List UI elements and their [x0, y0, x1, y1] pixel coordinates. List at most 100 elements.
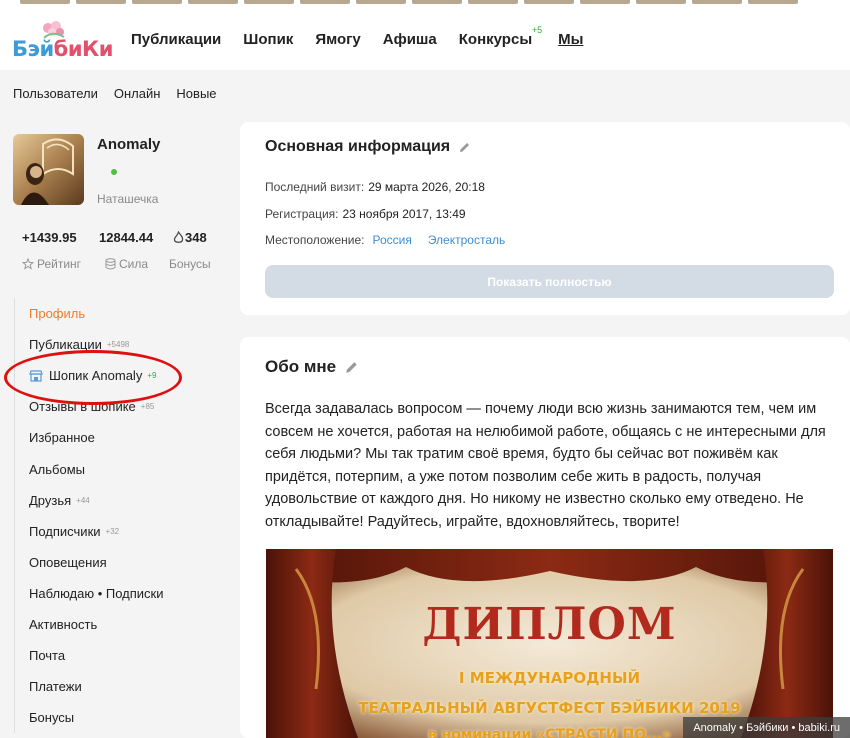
menu-item-notifications[interactable]: Оповещения	[15, 547, 238, 578]
power-label: Сила	[119, 257, 149, 271]
menu-item-count: +85	[140, 402, 155, 412]
basic-info-title: Основная информация	[265, 138, 471, 156]
power-link[interactable]: Сила	[105, 257, 169, 271]
site-header: БэйбиКи Публикации Шопик Ямогу Афиша Кон…	[0, 4, 850, 70]
database-icon	[105, 258, 116, 270]
rating-link[interactable]: Рейтинг	[22, 257, 105, 271]
rating-value: +1439.95	[22, 230, 77, 245]
profile-nickname: Наташечка	[97, 192, 159, 206]
menu-item-favorites[interactable]: Избранное	[15, 422, 238, 453]
main-nav: Публикации Шопик Ямогу Афиша Конкурсы +5 …	[131, 25, 605, 48]
menu-item-label: Друзья	[29, 492, 72, 508]
registration-value: 23 ноября 2017, 13:49	[342, 207, 466, 221]
menu-item-watching[interactable]: Наблюдаю • Подписки	[15, 578, 238, 609]
fire-icon	[173, 231, 184, 243]
about-card: Обо мне Всегда задавалась вопросом — поч…	[240, 337, 850, 738]
online-indicator	[111, 169, 117, 175]
menu-item-payments[interactable]: Платежи	[15, 671, 238, 702]
menu-item-label: Наблюдаю • Подписки	[29, 585, 164, 601]
contests-badge: +5	[531, 25, 543, 35]
menu-item-count: +32	[105, 526, 120, 536]
menu-item-mail[interactable]: Почта	[15, 640, 238, 671]
menu-item-label: Отзывы в шопике	[29, 399, 136, 415]
bonuses-stat: 348	[173, 230, 207, 245]
about-title: Обо мне	[265, 357, 359, 377]
about-title-text: Обо мне	[265, 357, 337, 376]
pencil-icon[interactable]	[344, 360, 359, 375]
subnav-users[interactable]: Пользователи	[13, 86, 98, 101]
nav-yamogu[interactable]: Ямогу	[315, 31, 360, 48]
menu-item-albums[interactable]: Альбомы	[15, 453, 238, 484]
country-link[interactable]: Россия	[372, 233, 411, 247]
bonuses-value: 348	[185, 230, 207, 245]
nav-afisha[interactable]: Афиша	[383, 31, 437, 48]
rating-label: Рейтинг	[37, 257, 82, 271]
menu-item-shop[interactable]: Шопик Anomaly +9	[15, 360, 238, 391]
basic-info-card: Основная информация Последний визит: 29 м…	[240, 122, 850, 315]
profile-stats: +1439.95 12844.44 348	[22, 230, 207, 245]
avatar[interactable]	[13, 134, 84, 205]
users-subnav: Пользователи Онлайн Новые	[13, 86, 217, 101]
last-visit-label: Последний визит:	[265, 180, 365, 194]
menu-item-activity[interactable]: Активность	[15, 609, 238, 640]
count-value: 44	[80, 495, 90, 505]
menu-item-profile[interactable]: Профиль	[15, 298, 238, 329]
diploma-title: ДИПЛОМ	[422, 599, 677, 650]
site-logo[interactable]: БэйбиКи	[12, 20, 113, 62]
menu-item-label: Шопик Anomaly	[49, 368, 143, 384]
nav-we[interactable]: Мы	[558, 31, 583, 48]
location-label: Местоположение:	[265, 233, 365, 247]
nav-contests-label: Конкурсы	[458, 31, 533, 48]
menu-item-label: Избранное	[29, 430, 95, 446]
count-value: 32	[110, 526, 120, 536]
menu-item-subscribers[interactable]: Подписчики +32	[15, 516, 238, 547]
power-value: 12844.44	[99, 230, 154, 245]
count-value: 9	[152, 371, 157, 381]
registration-row: Регистрация: 23 ноября 2017, 13:49	[265, 207, 466, 221]
bonuses-label: Бонусы	[169, 257, 211, 271]
nav-contests[interactable]: Конкурсы +5	[458, 25, 542, 48]
count-value: 5498	[111, 340, 130, 350]
menu-item-label: Публикации	[29, 337, 102, 353]
subnav-online[interactable]: Онлайн	[114, 86, 161, 101]
menu-item-publications[interactable]: Публикации +5498	[15, 329, 238, 360]
menu-item-count: +44	[76, 495, 90, 505]
menu-item-friends[interactable]: Друзья +44	[15, 485, 238, 516]
diploma-image[interactable]: ДИПЛОМ I МЕЖДУНАРОДНЫЙ ТЕАТРАЛЬНЫЙ АВГУС…	[266, 549, 833, 738]
shop-icon	[29, 370, 43, 382]
about-text: Всегда задавалась вопросом — почему люди…	[265, 401, 826, 530]
logo-text-1: Бэй	[12, 37, 54, 61]
menu-item-shop-reviews[interactable]: Отзывы в шопике +85	[15, 391, 238, 422]
profile-menu: Профиль Публикации +5498 Шопик Anomaly +9 …	[14, 298, 238, 734]
star-icon	[22, 258, 34, 270]
diploma-line-2: ТЕАТРАЛЬНЫЙ АВГУСТФЕСТ БЭЙБИКИ 2019	[358, 699, 741, 717]
nav-shop[interactable]: Шопик	[243, 31, 293, 48]
profile-stat-labels: Рейтинг Сила Бонусы	[22, 257, 211, 271]
subnav-new[interactable]: Новые	[176, 86, 216, 101]
basic-info-title-text: Основная информация	[265, 138, 451, 155]
count-value: 85	[145, 402, 155, 412]
menu-item-label: Бонусы	[29, 710, 75, 726]
menu-item-count: +5498	[106, 340, 130, 350]
menu-item-label: Профиль	[29, 306, 86, 322]
diploma-line-1: I МЕЖДУНАРОДНЫЙ	[458, 669, 641, 687]
logo-text-2: биКи	[53, 37, 114, 61]
bonuses-link[interactable]: Бонусы	[169, 257, 211, 271]
menu-item-count: +9	[147, 371, 157, 381]
menu-item-label: Почта	[29, 648, 66, 664]
profile-name: Anomaly	[97, 136, 161, 153]
menu-item-bonuses[interactable]: Бонусы	[15, 702, 238, 733]
menu-item-label: Платежи	[29, 679, 82, 695]
last-visit-row: Последний визит: 29 марта 2026, 20:18	[265, 180, 485, 194]
menu-item-label: Активность	[29, 616, 98, 632]
nav-publications[interactable]: Публикации	[131, 31, 221, 48]
menu-item-label: Подписчики	[29, 523, 101, 539]
show-full-button[interactable]: Показать полностью	[265, 265, 834, 298]
location-row: Местоположение: Россия Электросталь	[265, 233, 505, 247]
menu-item-label: Альбомы	[29, 461, 85, 477]
watermark: Anomaly • Бэйбики • babiki.ru	[683, 717, 850, 738]
profile-sidebar: Anomaly Наташечка +1439.95 12844.44 348 …	[0, 120, 238, 738]
city-link[interactable]: Электросталь	[428, 233, 505, 247]
menu-item-label: Оповещения	[29, 554, 107, 570]
pencil-icon[interactable]	[458, 141, 471, 154]
